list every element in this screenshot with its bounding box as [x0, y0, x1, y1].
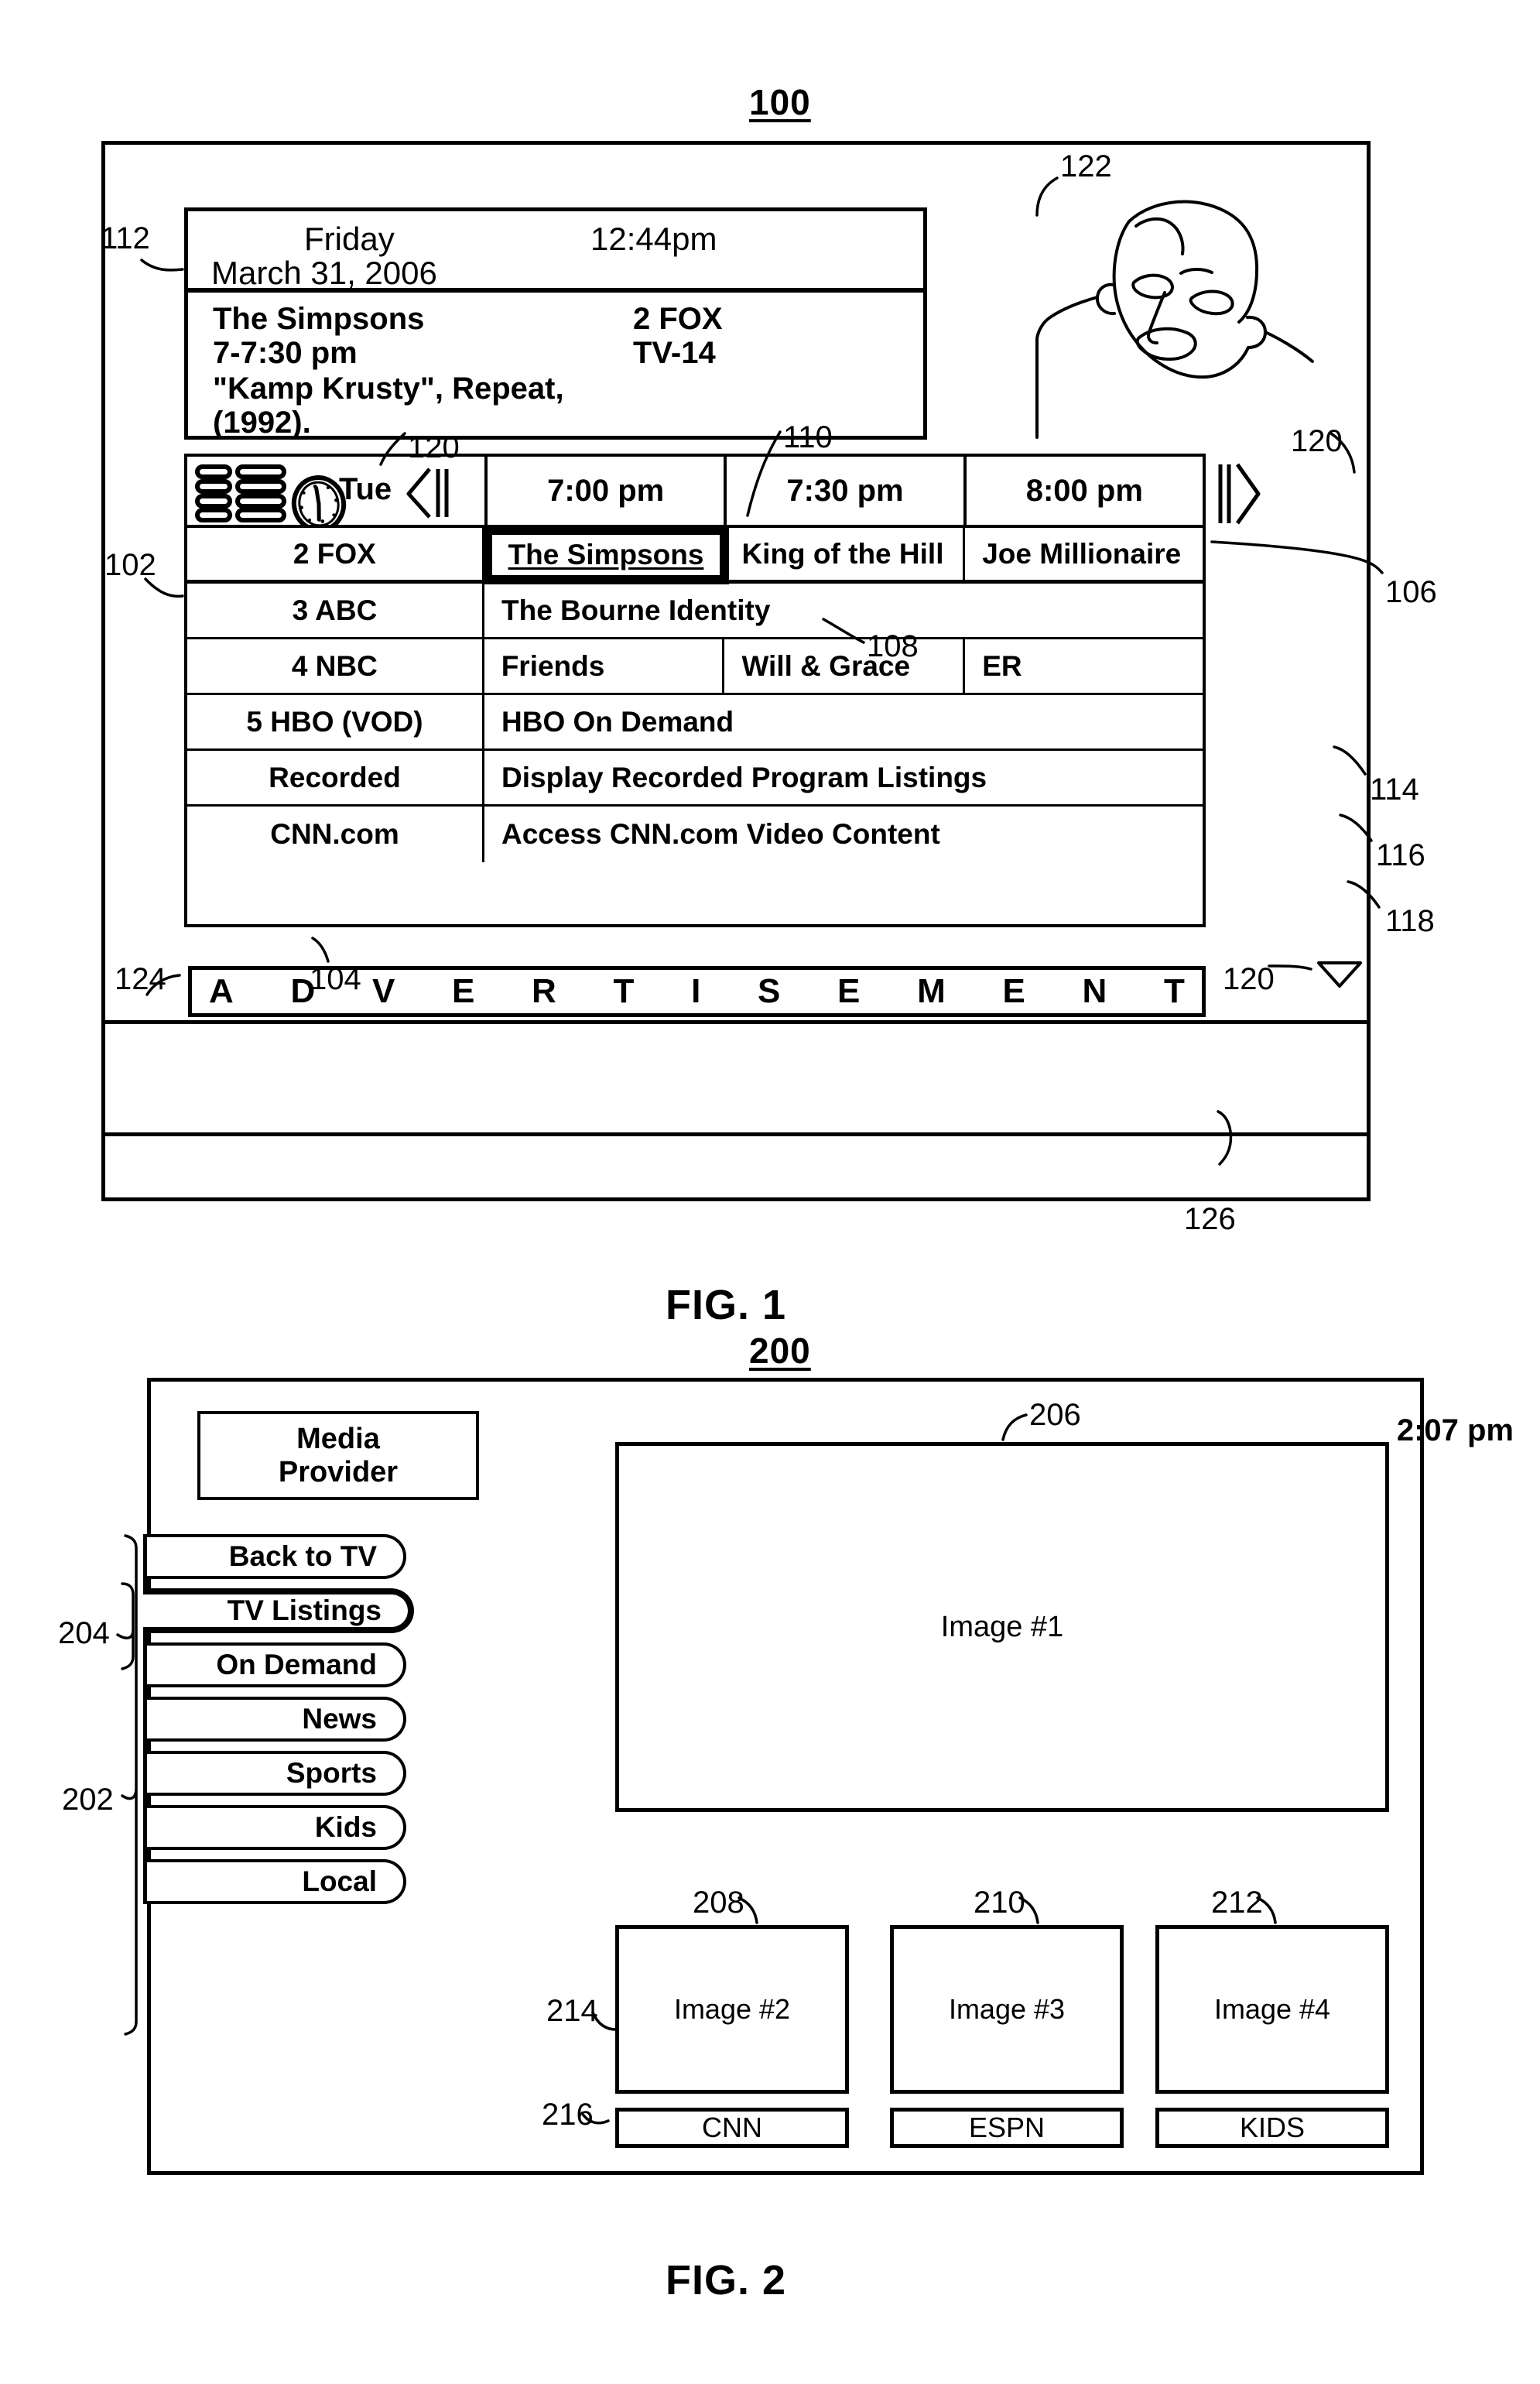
- figure-1-leader-lines: [140, 176, 1384, 1166]
- selected-program-cell[interactable]: The Simpsons: [483, 526, 729, 584]
- figure-2-leader-lines: [116, 1413, 1277, 2125]
- selected-program-label: The Simpsons: [508, 539, 704, 570]
- figure-2-caption: FIG. 2: [666, 2257, 787, 2304]
- sidebar-item-tv-listings[interactable]: TV Listings: [143, 1588, 414, 1633]
